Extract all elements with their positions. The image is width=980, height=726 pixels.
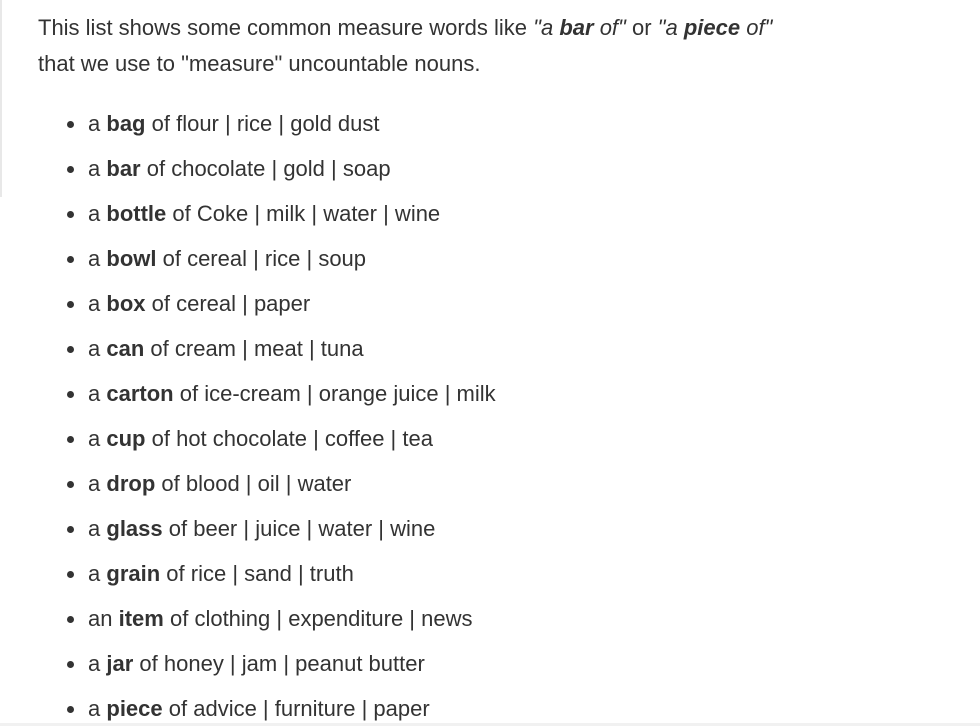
intro-text: This list shows some common measure word… [38,15,534,40]
measure-word: bowl [106,246,157,271]
list-item-bar: a bar of chocolate | gold | soap [38,146,496,191]
list-item-bowl: a bowl of cereal | rice | soup [38,236,496,281]
list-item-grain: a grain of rice | sand | truth [38,551,496,596]
blockquote-border [0,0,2,197]
list-item-piece: a piece of advice | furniture | paper [38,686,496,726]
article: a [88,291,101,316]
nouns: of hot chocolate | coffee | tea [151,426,433,451]
article: a [88,111,101,136]
measure-words-list: a bag of flour | rice | gold dust a bar o… [38,101,496,726]
measure-word: can [106,336,145,361]
nouns: of chocolate | gold | soap [146,156,391,181]
nouns: of cereal | rice | soup [162,246,367,271]
list-item-bottle: a bottle of Coke | milk | water | wine [38,191,496,236]
example-a-bar-of: "a bar of" [533,15,626,40]
list-item-bag: a bag of flour | rice | gold dust [38,101,496,146]
nouns: of cereal | paper [151,291,311,316]
measure-word: piece [106,696,163,721]
nouns: of Coke | milk | water | wine [172,201,441,226]
article: a [88,516,101,541]
nouns: of blood | oil | water [161,471,352,496]
measure-word: bottle [106,201,167,226]
article: a [88,336,101,361]
list-item-carton: a carton of ice-cream | orange juice | m… [38,371,496,416]
list-item-jar: a jar of honey | jam | peanut butter [38,641,496,686]
nouns: of beer | juice | water | wine [168,516,436,541]
measure-word: cup [106,426,146,451]
measure-word: jar [106,651,134,676]
article: a [88,471,101,496]
list-item-cup: a cup of hot chocolate | coffee | tea [38,416,496,461]
measure-word: grain [106,561,161,586]
nouns: of rice | sand | truth [166,561,354,586]
nouns: of honey | jam | peanut butter [139,651,425,676]
article: a [88,201,101,226]
article: a [88,651,101,676]
nouns: of ice-cream | orange juice | milk [179,381,496,406]
example-word-piece: piece [683,15,741,40]
nouns: of flour | rice | gold dust [151,111,380,136]
measure-word: bag [106,111,146,136]
measure-word: drop [106,471,156,496]
article: a [88,156,101,181]
intro-paragraph: This list shows some common measure word… [38,10,938,82]
list-item-item: an item of clothing | expenditure | news [38,596,496,641]
nouns: of cream | meat | tuna [150,336,364,361]
measure-word: glass [106,516,163,541]
article: a [88,246,101,271]
measure-word: carton [106,381,174,406]
intro-or: or [625,15,658,40]
article: a [88,561,101,586]
example-a-piece-of: "a piece of" [657,15,773,40]
measure-word: item [118,606,164,631]
article: a [88,381,101,406]
nouns: of advice | furniture | paper [168,696,430,721]
list-item-box: a box of cereal | paper [38,281,496,326]
article: a [88,426,101,451]
nouns: of clothing | expenditure | news [169,606,473,631]
measure-word: box [106,291,146,316]
list-item-can: a can of cream | meat | tuna [38,326,496,371]
article: a [88,696,101,721]
example-word-bar: bar [559,15,594,40]
list-item-drop: a drop of blood | oil | water [38,461,496,506]
list-item-glass: a glass of beer | juice | water | wine [38,506,496,551]
measure-word: bar [106,156,141,181]
article: an [88,606,113,631]
intro-line-2: that we use to "measure" uncountable nou… [38,51,481,76]
